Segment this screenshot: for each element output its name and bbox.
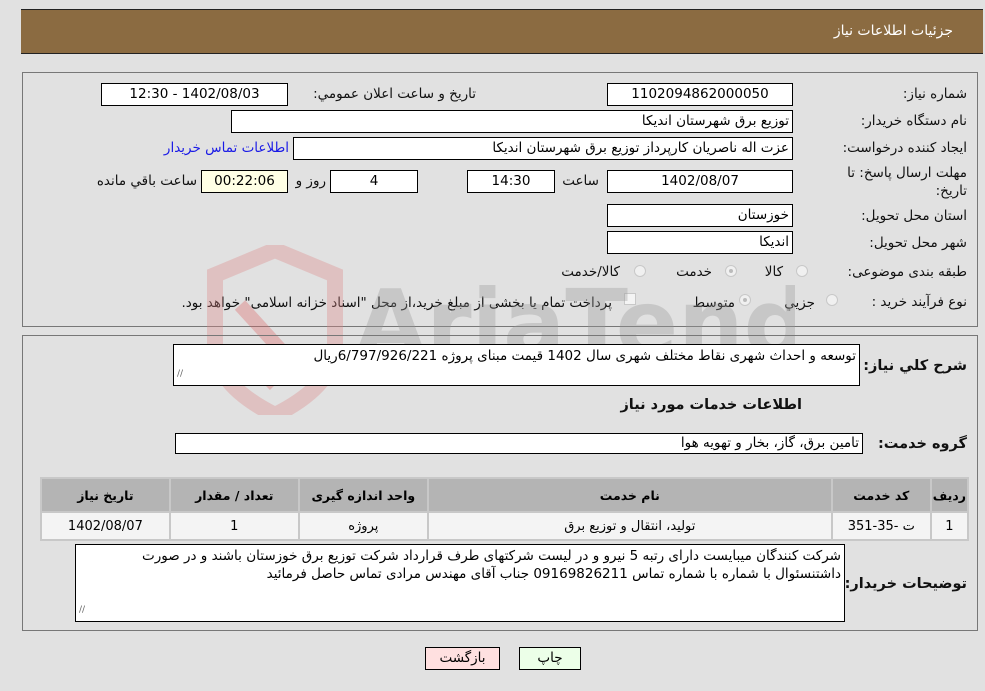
col-header-unit: واحد اندازه گیری <box>299 479 427 511</box>
city-label: شهر محل تحویل: <box>869 235 967 251</box>
city-field: اندیکا <box>607 231 793 254</box>
table-row: 1 ت -35-351 تولید، انتقال و توزیع برق پر… <box>42 513 967 539</box>
col-header-service-code: کد خدمت <box>832 479 930 511</box>
category-label: طبقه بندی موضوعی: <box>847 264 967 280</box>
days-remaining-field: 4 <box>330 170 418 193</box>
resize-handle-icon[interactable]: // <box>79 601 85 619</box>
remaining-time-label: ساعت باقي مانده <box>96 173 197 189</box>
cell-need-date: 1402/08/07 <box>42 513 169 539</box>
back-button[interactable]: بازگشت <box>425 647 500 670</box>
days-label: روز و <box>295 173 326 189</box>
deadline-date-field: 1402/08/07 <box>607 170 793 193</box>
process-radio-minor[interactable] <box>826 294 838 306</box>
col-header-need-date: تاریخ نیاز <box>42 479 169 511</box>
province-label: استان محل تحویل: <box>861 208 967 224</box>
category-radio-service[interactable] <box>725 265 737 277</box>
cell-unit: پروژه <box>299 513 427 539</box>
description-textarea[interactable]: توسعه و احداث شهری نقاط مختلف شهری سال 1… <box>173 344 860 386</box>
table-header-row: ردیف کد خدمت نام خدمت واحد اندازه گیری ت… <box>42 479 967 511</box>
remaining-time-field: 00:22:06 <box>201 170 288 193</box>
creator-field: عزت اله ناصریان کارپرداز توزیع برق شهرست… <box>293 137 793 160</box>
announce-label: تاریخ و ساعت اعلان عمومي: <box>313 86 476 102</box>
need-number-field: 1102094862000050 <box>607 83 793 106</box>
page-header: جزئیات اطلاعات نیاز <box>21 9 983 54</box>
deadline-time-label: ساعت <box>562 173 599 189</box>
services-heading: اطلاعات خدمات مورد نیاز <box>620 397 802 413</box>
col-header-quantity: تعداد / مقدار <box>170 479 298 511</box>
resize-handle-icon[interactable]: // <box>177 365 183 383</box>
province-field: خوزستان <box>607 204 793 227</box>
description-label: شرح کلي نیاز: <box>863 358 967 374</box>
category-option-service: خدمت <box>676 264 712 280</box>
cell-service-name: تولید، انتقال و توزیع برق <box>428 513 831 539</box>
cell-row-number: 1 <box>931 513 967 539</box>
process-label: نوع فرآیند خرید : <box>871 294 967 310</box>
cell-quantity: 1 <box>170 513 298 539</box>
col-header-row-number: ردیف <box>931 479 967 511</box>
buyer-notes-textarea[interactable]: شرکت کنندگان میبایست دارای رتبه 5 نیرو و… <box>75 544 845 622</box>
buyer-notes-text: شرکت کنندگان میبایست دارای رتبه 5 نیرو و… <box>142 548 841 582</box>
buyer-notes-label: توضیحات خریدار: <box>844 576 967 592</box>
deadline-label: مهلت ارسال پاسخ: تا تاریخ: <box>847 165 967 199</box>
treasury-checkbox-label: پرداخت تمام یا بخشی از مبلغ خرید،از محل … <box>181 295 612 311</box>
announce-field: 1402/08/03 - 12:30 <box>101 83 288 106</box>
category-radio-goods-service[interactable] <box>634 265 646 277</box>
category-option-goods: کالا <box>764 264 783 280</box>
buyer-org-label: نام دستگاه خریدار: <box>860 113 967 129</box>
process-radio-medium[interactable] <box>739 294 751 306</box>
col-header-service-name: نام خدمت <box>428 479 831 511</box>
category-radio-goods[interactable] <box>796 265 808 277</box>
deadline-time-field: 14:30 <box>467 170 555 193</box>
buyer-org-field: توزیع برق شهرستان اندیکا <box>231 110 793 133</box>
print-button[interactable]: چاپ <box>519 647 581 670</box>
cell-service-code: ت -35-351 <box>832 513 930 539</box>
page-title: جزئیات اطلاعات نیاز <box>833 23 953 39</box>
process-option-minor: جزيي <box>784 295 815 311</box>
service-group-label: گروه خدمت: <box>877 436 967 452</box>
service-group-field: تامین برق، گاز، بخار و تهویه هوا <box>175 433 863 454</box>
description-text: توسعه و احداث شهری نقاط مختلف شهری سال 1… <box>313 348 856 364</box>
buyer-contact-link[interactable]: اطلاعات تماس خریدار <box>164 140 289 156</box>
process-option-medium: متوسط <box>692 295 735 311</box>
creator-label: ایجاد کننده درخواست: <box>842 140 967 156</box>
services-table: ردیف کد خدمت نام خدمت واحد اندازه گیری ت… <box>40 477 969 541</box>
category-option-goods-service: کالا/خدمت <box>561 264 620 280</box>
treasury-checkbox[interactable] <box>624 293 636 305</box>
need-number-label: شماره نیاز: <box>902 86 967 102</box>
